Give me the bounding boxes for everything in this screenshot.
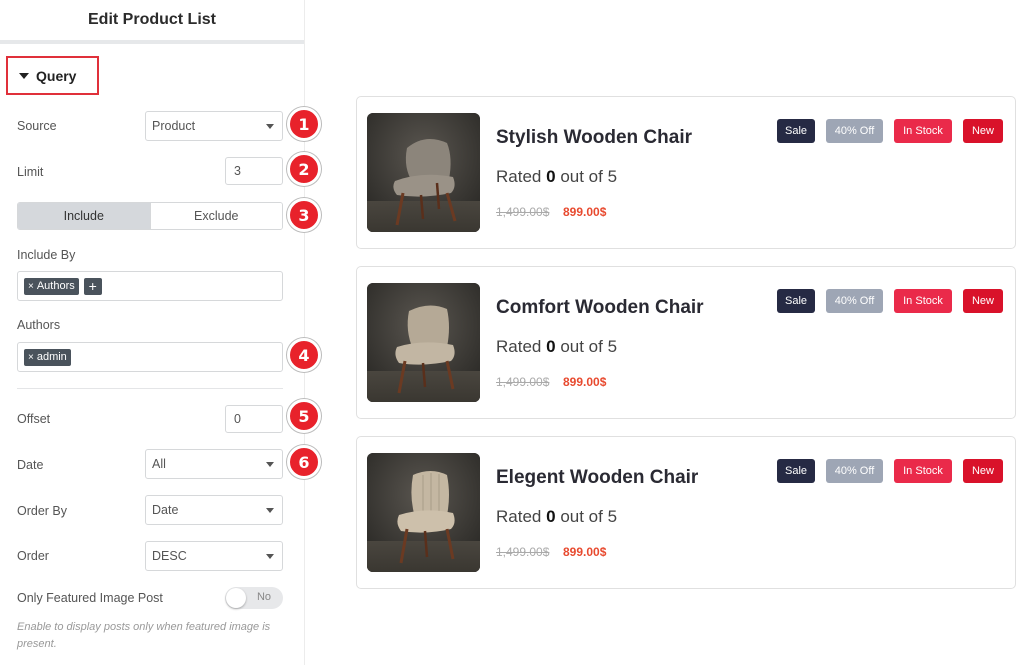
rating-suffix: out of 5 [560, 337, 618, 356]
sale-badge: Sale [777, 459, 815, 483]
include-by-tag[interactable]: × Authors [24, 277, 79, 295]
exclude-tab[interactable]: Exclude [149, 203, 282, 229]
order-label: Order [17, 549, 49, 563]
rating-prefix: Rated [496, 337, 542, 356]
product-rating: Rated 0 out of 5 [496, 337, 617, 357]
product-card[interactable]: Stylish Wooden Chair Rated 0 out of 5 1,… [356, 96, 1016, 249]
regular-price: 1,499.00$ [496, 205, 550, 219]
chevron-down-icon [266, 124, 274, 129]
include-tab[interactable]: Include [18, 203, 150, 229]
badge-group: Sale 40% Off In Stock New [777, 459, 1003, 483]
limit-label: Limit [17, 165, 44, 179]
badge-group: Sale 40% Off In Stock New [777, 289, 1003, 313]
featured-image-label: Only Featured Image Post [17, 591, 163, 605]
include-by-tag-label: Authors [36, 280, 75, 292]
product-image[interactable] [367, 113, 480, 232]
include-by-field[interactable]: × Authors + [17, 271, 283, 301]
product-title[interactable]: Comfort Wooden Chair [496, 297, 704, 319]
stock-badge: In Stock [894, 459, 952, 483]
rating-suffix: out of 5 [560, 167, 618, 186]
new-badge: New [963, 289, 1003, 313]
product-title[interactable]: Stylish Wooden Chair [496, 127, 692, 149]
product-title[interactable]: Elegent Wooden Chair [496, 467, 698, 489]
panel-title: Edit Product List [0, 0, 304, 44]
new-badge: New [963, 119, 1003, 143]
add-tag-button[interactable]: + [83, 277, 102, 295]
product-rating: Rated 0 out of 5 [496, 507, 617, 527]
remove-icon[interactable]: × [28, 352, 34, 363]
product-rating: Rated 0 out of 5 [496, 167, 617, 187]
include-by-label: Include By [17, 248, 76, 262]
product-image[interactable] [367, 453, 480, 572]
source-label: Source [17, 119, 57, 133]
order-by-select[interactable]: Date [145, 495, 283, 525]
include-exclude-switch: Include Exclude [17, 202, 283, 230]
remove-icon[interactable]: × [28, 281, 34, 292]
settings-panel: Edit Product List Query Source Product 1… [0, 0, 321, 665]
featured-image-help: Enable to display posts only when featur… [17, 621, 271, 650]
step-marker-4: 4 [287, 338, 321, 372]
author-tag-label: admin [36, 351, 67, 363]
rating-value: 0 [546, 337, 556, 356]
discount-badge: 40% Off [826, 119, 883, 143]
stock-badge: In Stock [894, 119, 952, 143]
regular-price: 1,499.00$ [496, 375, 550, 389]
limit-input[interactable]: 3 [225, 157, 283, 185]
chevron-down-icon [266, 462, 274, 467]
sale-badge: Sale [777, 289, 815, 313]
caret-down-icon [19, 72, 29, 79]
author-tag[interactable]: × admin [24, 348, 71, 366]
product-card[interactable]: Elegent Wooden Chair Rated 0 out of 5 1,… [356, 436, 1016, 589]
chevron-down-icon [266, 554, 274, 559]
rating-value: 0 [546, 507, 556, 526]
source-select[interactable]: Product [145, 111, 283, 141]
product-image[interactable] [367, 283, 480, 402]
authors-label: Authors [17, 318, 61, 332]
order-by-label: Order By [17, 504, 68, 518]
discount-badge: 40% Off [826, 289, 883, 313]
order-by-value: Date [152, 503, 179, 517]
badge-group: Sale 40% Off In Stock New [777, 119, 1003, 143]
step-marker-3: 3 [287, 198, 321, 232]
step-marker-2: 2 [287, 152, 321, 186]
step-marker-5: 5 [287, 399, 321, 433]
rating-suffix: out of 5 [560, 507, 618, 526]
date-select[interactable]: All [145, 449, 283, 479]
new-badge: New [963, 459, 1003, 483]
offset-label: Offset [17, 412, 51, 426]
sale-price: 899.00$ [563, 375, 607, 389]
rating-prefix: Rated [496, 507, 542, 526]
sale-price: 899.00$ [563, 545, 607, 559]
chevron-down-icon [266, 508, 274, 513]
step-marker-6: 6 [287, 445, 321, 479]
sale-price: 899.00$ [563, 205, 607, 219]
product-card[interactable]: Comfort Wooden Chair Rated 0 out of 5 1,… [356, 266, 1016, 419]
sale-badge: Sale [777, 119, 815, 143]
regular-price: 1,499.00$ [496, 545, 550, 559]
rating-prefix: Rated [496, 167, 542, 186]
featured-image-toggle[interactable]: No [225, 587, 283, 609]
date-label: Date [17, 458, 44, 472]
source-value: Product [152, 119, 196, 133]
query-section-label: Query [36, 67, 77, 84]
toggle-state-text: No [256, 591, 271, 603]
query-section-toggle[interactable]: Query [6, 56, 99, 95]
offset-input[interactable]: 0 [225, 405, 283, 433]
divider [17, 388, 283, 389]
authors-field[interactable]: × admin [17, 342, 283, 372]
date-value: All [152, 457, 166, 471]
step-marker-1: 1 [287, 107, 321, 141]
toggle-knob [226, 588, 246, 608]
order-value: DESC [152, 549, 187, 563]
stock-badge: In Stock [894, 289, 952, 313]
order-select[interactable]: DESC [145, 541, 283, 571]
discount-badge: 40% Off [826, 459, 883, 483]
rating-value: 0 [546, 167, 556, 186]
